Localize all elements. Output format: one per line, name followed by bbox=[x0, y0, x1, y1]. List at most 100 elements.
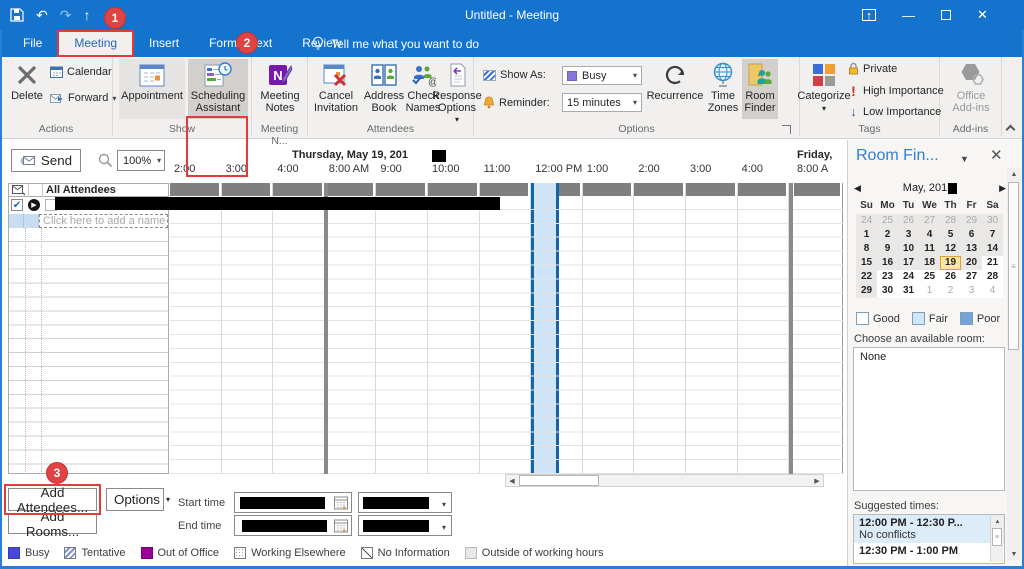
grid-hour-column[interactable] bbox=[273, 183, 325, 474]
zoom-dropdown-icon[interactable]: ▾ bbox=[157, 156, 161, 165]
send-button[interactable]: Send bbox=[11, 149, 81, 172]
options-dialog-launcher-icon[interactable] bbox=[782, 125, 791, 134]
scroll-up-icon[interactable]: ▲ bbox=[1007, 168, 1021, 180]
private-button[interactable]: Private bbox=[848, 62, 897, 75]
grid-hour-column[interactable] bbox=[479, 183, 532, 474]
scroll-up-icon[interactable]: ▲ bbox=[991, 516, 1004, 527]
grid-hour-column[interactable] bbox=[686, 183, 738, 474]
grid-hour-column[interactable] bbox=[324, 183, 377, 474]
zoom-select[interactable]: 100% ▾ bbox=[117, 150, 165, 171]
attendee-options-button[interactable]: Options ▾ bbox=[106, 488, 170, 511]
show-as-select[interactable]: Busy ▾ bbox=[562, 66, 642, 85]
start-time-dropdown-icon[interactable]: ▾ bbox=[442, 500, 446, 509]
calendar-day[interactable]: 9 bbox=[877, 242, 898, 256]
calendar-day[interactable]: 31 bbox=[898, 284, 919, 298]
start-time-select[interactable]: ▾ bbox=[358, 492, 452, 513]
calendar-day[interactable]: 11 bbox=[919, 242, 940, 256]
grid-hour-column[interactable] bbox=[170, 183, 222, 474]
scrollbar-thumb[interactable]: ≡ bbox=[1008, 182, 1019, 350]
end-date-field[interactable] bbox=[234, 515, 352, 536]
calendar-next-icon[interactable]: ▶ bbox=[999, 183, 1006, 194]
previous-item-icon[interactable]: ↑ bbox=[83, 0, 90, 30]
tell-me-box[interactable]: Tell me what you want to do bbox=[312, 30, 479, 57]
tab-insert[interactable]: Insert bbox=[134, 30, 194, 57]
grid-hour-column[interactable] bbox=[582, 183, 635, 474]
grid-hour-column[interactable] bbox=[221, 183, 274, 474]
calendar-day[interactable]: 4 bbox=[919, 228, 940, 242]
scroll-left-icon[interactable]: ◀ bbox=[506, 475, 518, 486]
grid-hour-column[interactable] bbox=[428, 183, 480, 474]
calendar-day[interactable]: 14 bbox=[982, 242, 1003, 256]
suggested-time-item[interactable]: 12:30 PM - 1:00 PM bbox=[854, 543, 1004, 559]
calendar-day[interactable]: 15 bbox=[856, 256, 877, 270]
room-finder-button[interactable]: Room Finder bbox=[742, 59, 778, 119]
calendar-day[interactable]: 27 bbox=[961, 270, 982, 284]
panel-scrollbar[interactable]: ▲ ≡ ▼ bbox=[1007, 168, 1021, 560]
scroll-right-icon[interactable]: ▶ bbox=[811, 475, 823, 486]
recurrence-button[interactable]: Recurrence bbox=[646, 59, 704, 103]
reminder-dropdown-icon[interactable]: ▾ bbox=[633, 98, 637, 107]
calendar-day[interactable]: 6 bbox=[961, 228, 982, 242]
timeline-horizontal-scrollbar[interactable]: ◀ ▶ bbox=[505, 474, 824, 487]
appointment-button[interactable]: Appointment bbox=[119, 59, 185, 119]
minimize-button[interactable]: — bbox=[902, 8, 915, 23]
check-names-button[interactable]: @ Check Names bbox=[404, 59, 442, 114]
calendar-day[interactable]: 4 bbox=[982, 284, 1003, 298]
calendar-day[interactable]: 25 bbox=[877, 214, 898, 228]
add-attendee-name-field[interactable]: Click here to add a name bbox=[39, 213, 168, 228]
grid-hour-column-friday[interactable] bbox=[794, 183, 843, 474]
calendar-day[interactable]: 26 bbox=[898, 214, 919, 228]
calendar-day[interactable]: 26 bbox=[940, 270, 961, 284]
suggested-times-list[interactable]: ▲ ≡ 12:00 PM - 12:30 P... No conflicts 12:… bbox=[853, 514, 1005, 564]
calendar-prev-icon[interactable]: ◀ bbox=[854, 183, 861, 194]
calendar-day[interactable]: 30 bbox=[982, 214, 1003, 228]
attendee-options-dropdown-icon[interactable]: ▾ bbox=[166, 495, 170, 504]
available-rooms-list[interactable]: None bbox=[853, 347, 1005, 491]
calendar-day[interactable]: 10 bbox=[898, 242, 919, 256]
calendar-day[interactable]: 22 bbox=[856, 270, 877, 284]
suggested-times-scrollbar[interactable]: ▲ ≡ bbox=[990, 516, 1003, 562]
calendar-day[interactable]: 21 bbox=[982, 256, 1003, 270]
calendar-day[interactable]: 27 bbox=[919, 214, 940, 228]
office-addins-button[interactable]: Office Add-ins bbox=[947, 59, 995, 114]
suggested-time-item[interactable]: 12:00 PM - 12:30 P... No conflicts bbox=[854, 515, 1004, 543]
calendar-day[interactable]: 17 bbox=[898, 256, 919, 270]
show-as-dropdown-icon[interactable]: ▾ bbox=[633, 71, 637, 80]
calendar-button[interactable]: Calendar bbox=[50, 66, 112, 78]
grid-hour-column[interactable] bbox=[737, 183, 790, 474]
calendar-day[interactable]: 16 bbox=[877, 256, 898, 270]
close-button[interactable]: ✕ bbox=[977, 7, 988, 23]
calendar-day[interactable]: 1 bbox=[856, 228, 877, 242]
undo-icon[interactable]: ↶ bbox=[36, 0, 48, 30]
ribbon-display-options-icon[interactable]: ↑ bbox=[862, 8, 876, 23]
calendar-day[interactable]: 8 bbox=[856, 242, 877, 256]
calendar-day[interactable]: 24 bbox=[856, 214, 877, 228]
grid-hour-column[interactable] bbox=[634, 183, 686, 474]
calendar-day[interactable]: 23 bbox=[877, 270, 898, 284]
room-finder-dropdown-icon[interactable]: ▼ bbox=[960, 154, 969, 164]
calendar-day[interactable]: 25 bbox=[919, 270, 940, 284]
time-zones-button[interactable]: Time Zones bbox=[705, 59, 741, 114]
maximize-button[interactable] bbox=[941, 10, 951, 20]
calendar-day[interactable]: 18 bbox=[919, 256, 940, 270]
tab-file[interactable]: File bbox=[8, 30, 57, 57]
tab-meeting[interactable]: Meeting bbox=[57, 30, 135, 57]
room-finder-close-icon[interactable]: ✕ bbox=[990, 146, 1003, 164]
calendar-day[interactable]: 29 bbox=[856, 284, 877, 298]
end-time-select[interactable]: ▾ bbox=[358, 515, 452, 536]
calendar-day[interactable]: 29 bbox=[961, 214, 982, 228]
add-attendees-button[interactable]: Add Attendees... bbox=[8, 485, 97, 515]
delete-button[interactable]: Delete bbox=[6, 59, 48, 103]
calendar-day[interactable]: 12 bbox=[940, 242, 961, 256]
calendar-day[interactable]: 2 bbox=[940, 284, 961, 298]
calendar-day[interactable]: 19 bbox=[940, 256, 961, 270]
meeting-notes-button[interactable]: N Meeting Notes bbox=[257, 59, 303, 114]
add-rooms-button[interactable]: Add Rooms... bbox=[8, 509, 97, 539]
cancel-invitation-button[interactable]: Cancel Invitation bbox=[310, 59, 362, 114]
redo-icon[interactable]: ↷ bbox=[60, 0, 72, 30]
scrollbar-thumb[interactable] bbox=[519, 475, 599, 486]
high-importance-button[interactable]: ! High Importance bbox=[848, 83, 944, 99]
selected-time-slot[interactable] bbox=[531, 183, 559, 474]
scheduling-assistant-button[interactable]: Scheduling Assistant bbox=[188, 59, 248, 119]
start-date-field[interactable] bbox=[234, 492, 352, 513]
